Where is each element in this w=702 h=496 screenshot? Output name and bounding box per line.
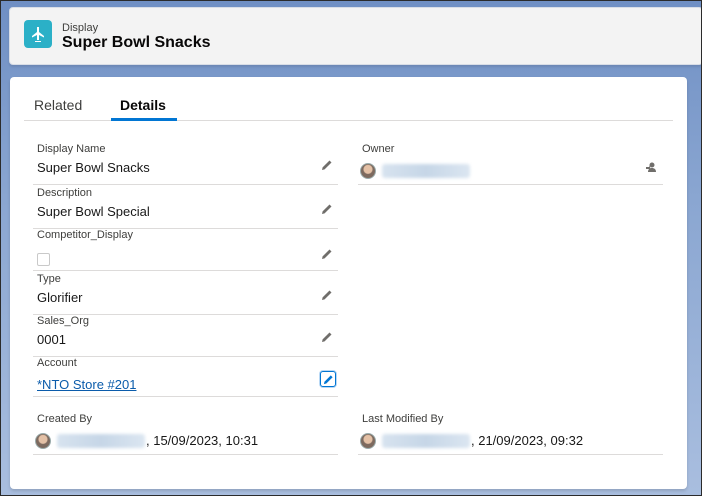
redacted-owner-name[interactable] <box>382 164 470 178</box>
field-competitor-display: Competitor_Display <box>33 229 338 271</box>
last-modified-date: , 21/09/2023, 09:32 <box>471 433 584 448</box>
field-display-name: Display Name Super Bowl Snacks <box>33 143 338 185</box>
tab-details[interactable]: Details <box>120 97 166 113</box>
field-value: Glorifier <box>37 290 83 305</box>
field-label: Description <box>37 187 93 199</box>
field-value: Super Bowl Snacks <box>37 160 150 175</box>
details-card: Related Details Display Name Super Bowl … <box>10 77 687 489</box>
page-title: Super Bowl Snacks <box>62 34 211 51</box>
pencil-icon[interactable] <box>320 288 334 302</box>
field-label: Last Modified By <box>362 413 444 425</box>
created-date: , 15/09/2023, 10:31 <box>146 433 259 448</box>
redacted-modifier-name[interactable] <box>382 434 470 448</box>
pencil-icon[interactable] <box>320 371 336 387</box>
tab-related[interactable]: Related <box>34 97 82 113</box>
field-label: Type <box>37 273 61 285</box>
pencil-icon[interactable] <box>320 158 334 172</box>
avatar <box>360 433 376 449</box>
field-sales-org: Sales_Org 0001 <box>33 315 338 357</box>
tab-bar: Related Details <box>24 91 673 121</box>
change-owner-icon[interactable] <box>645 160 657 172</box>
field-label: Sales_Org <box>37 315 89 327</box>
field-type: Type Glorifier <box>33 273 338 315</box>
avatar <box>35 433 51 449</box>
redacted-user-name[interactable] <box>57 434 145 448</box>
field-label: Owner <box>362 143 395 155</box>
field-label: Competitor_Display <box>37 229 133 241</box>
pencil-icon[interactable] <box>320 330 334 344</box>
pencil-icon[interactable] <box>320 202 334 216</box>
app-window: Display Super Bowl Snacks Related Detail… <box>0 0 702 496</box>
field-value: 0001 <box>37 332 66 347</box>
field-label: Created By <box>37 413 93 425</box>
field-last-modified-by: Last Modified By , 21/09/2023, 09:32 <box>358 413 663 455</box>
display-icon <box>24 20 52 48</box>
field-account: Account *NTO Store #201 <box>33 357 338 397</box>
avatar <box>360 163 376 179</box>
field-description: Description Super Bowl Special <box>33 187 338 229</box>
field-label: Display Name <box>37 143 106 155</box>
account-link[interactable]: *NTO Store #201 <box>37 377 136 392</box>
pencil-icon[interactable] <box>320 247 334 261</box>
field-owner: Owner <box>358 143 663 185</box>
object-type-label: Display <box>62 22 99 34</box>
field-value: Super Bowl Special <box>37 204 150 219</box>
field-label: Account <box>37 357 77 369</box>
competitor-display-checkbox[interactable] <box>37 253 50 266</box>
record-header: Display Super Bowl Snacks <box>9 7 701 65</box>
field-created-by: Created By , 15/09/2023, 10:31 <box>33 413 338 455</box>
active-tab-indicator <box>111 118 177 121</box>
